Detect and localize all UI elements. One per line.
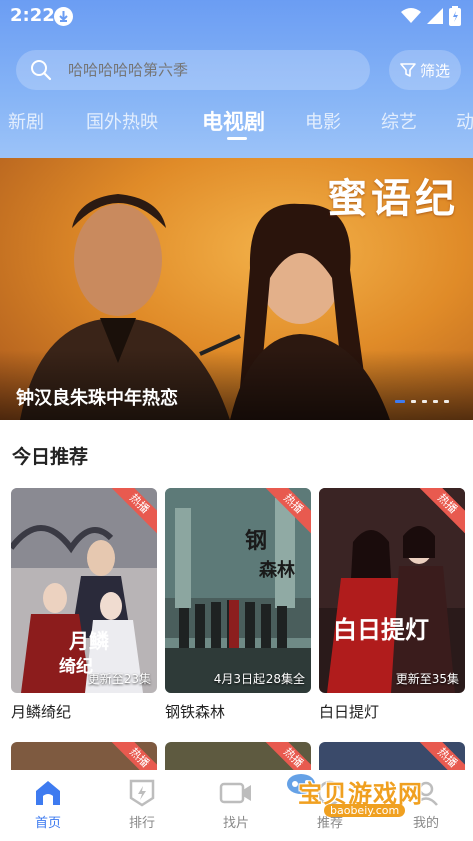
svg-text:钢: 钢 xyxy=(245,528,267,554)
home-icon xyxy=(36,781,60,805)
status-time: 2:22 xyxy=(10,5,55,26)
status-bar: 2:22 xyxy=(0,0,473,34)
active-tab-indicator xyxy=(227,137,247,140)
signal-icon xyxy=(427,8,443,24)
drama-card[interactable]: 钢 森林 热播 4月3日起 28集全 钢铁森林 xyxy=(165,488,311,722)
nav-home-label: 首页 xyxy=(34,816,61,831)
site-watermark: 宝贝游戏网 baobeiy.com xyxy=(287,770,450,826)
nav-ranking[interactable]: 排行 xyxy=(112,778,172,831)
pagination-dot[interactable] xyxy=(433,400,438,403)
drama-title[interactable]: 钢铁森林 xyxy=(165,701,311,722)
app-screen: 2:22 筛选 新剧 国外热映 电视剧 电影 综艺 动 xyxy=(0,0,473,841)
status-icons xyxy=(401,6,461,26)
download-icon xyxy=(54,7,73,26)
search-icon xyxy=(31,60,52,81)
tab-new[interactable]: 新剧 xyxy=(8,108,44,134)
tab-foreign[interactable]: 国外热映 xyxy=(86,108,158,134)
episode-status: 28集全 xyxy=(265,672,305,686)
svg-text:白日提灯: 白日提灯 xyxy=(333,615,429,644)
wifi-icon xyxy=(401,8,421,23)
filter-icon xyxy=(400,63,416,77)
pagination-dot[interactable] xyxy=(444,400,449,403)
svg-text:森林: 森林 xyxy=(259,559,295,581)
header: 2:22 筛选 新剧 国外热映 电视剧 电影 综艺 动 xyxy=(0,0,473,158)
poster-image: 白日提灯 xyxy=(319,488,465,693)
drama-card[interactable]: 月鳞 绮纪 热播 更新至23集 月鳞绮纪 xyxy=(11,488,157,722)
svg-text:月鳞: 月鳞 xyxy=(68,629,110,653)
tab-anime[interactable]: 动 xyxy=(456,108,473,134)
nav-home[interactable]: 首页 xyxy=(18,778,78,831)
nav-ranking-label: 排行 xyxy=(128,816,155,831)
search-bar[interactable] xyxy=(16,50,370,90)
pagination-dot[interactable] xyxy=(411,400,416,403)
watermark-url: baobeiy.com xyxy=(324,804,406,817)
search-input[interactable] xyxy=(68,61,328,79)
tab-variety[interactable]: 综艺 xyxy=(381,108,417,134)
drama-poster[interactable]: 白日提灯 热播 更新至35集 xyxy=(319,488,465,693)
drama-poster[interactable]: 月鳞 绮纪 热播 更新至23集 xyxy=(11,488,157,693)
drama-title[interactable]: 白日提灯 xyxy=(319,701,465,722)
battery-icon xyxy=(449,6,461,26)
tab-movies[interactable]: 电影 xyxy=(305,108,341,134)
poster-image: 月鳞 绮纪 xyxy=(11,488,157,693)
poster-image: 钢 森林 xyxy=(165,488,311,693)
video-icon xyxy=(219,782,251,804)
release-date: 4月3日起 xyxy=(213,672,265,686)
banner-title-art: 蜜语纪 xyxy=(327,175,459,222)
drama-poster[interactable]: 钢 森林 热播 4月3日起 28集全 xyxy=(165,488,311,693)
pagination-dot[interactable] xyxy=(422,400,427,403)
section-title: 今日推荐 xyxy=(12,446,89,468)
episode-status: 更新至23集 xyxy=(87,672,151,686)
filter-label: 筛选 xyxy=(419,61,450,80)
hero-banner[interactable]: 蜜语纪 钟汉良朱珠中年热恋 xyxy=(0,158,473,420)
filter-button[interactable]: 筛选 xyxy=(389,50,461,90)
pagination-dot[interactable] xyxy=(395,400,405,403)
nav-find[interactable]: 找片 xyxy=(206,778,266,831)
banner-caption: 钟汉良朱珠中年热恋 xyxy=(16,388,178,409)
drama-card[interactable]: 白日提灯 热播 更新至35集 白日提灯 xyxy=(319,488,465,722)
rank-icon xyxy=(129,779,155,807)
drama-title[interactable]: 月鳞绮纪 xyxy=(11,701,157,722)
banner-pagination xyxy=(395,400,449,403)
nav-find-label: 找片 xyxy=(222,816,249,831)
tab-tv-series[interactable]: 电视剧 xyxy=(202,106,265,136)
episode-status: 更新至35集 xyxy=(395,672,459,686)
